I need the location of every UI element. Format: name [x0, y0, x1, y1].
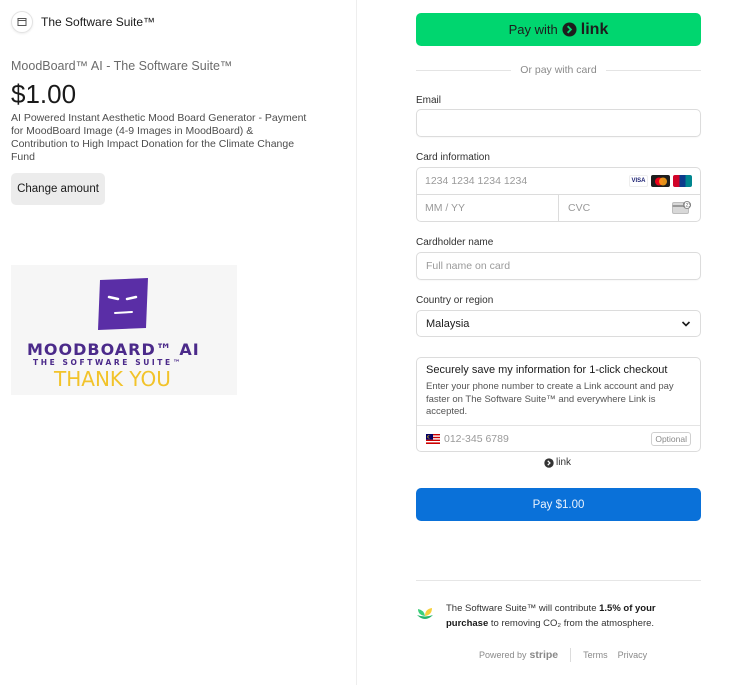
product-image: MOODBOARD™ AI THE SOFTWARE SUITE™ THANK … — [11, 265, 237, 395]
link-save-info-box: Securely save my information for 1-click… — [416, 357, 701, 452]
card-number-placeholder: 1234 1234 1234 1234 — [425, 175, 528, 187]
email-label: Email — [416, 95, 442, 106]
moodboard-face-icon — [98, 278, 148, 330]
card-cvc-placeholder: CVC — [568, 202, 591, 214]
or-divider: Or pay with card — [416, 62, 702, 78]
link-button-brand: link — [580, 20, 609, 38]
pay-with-link-button[interactable]: Pay with link — [416, 13, 701, 46]
card-cvc-field[interactable]: CVC 123 — [559, 195, 700, 221]
image-subtitle: THE SOFTWARE SUITE™ — [33, 358, 183, 367]
unionpay-icon — [673, 175, 692, 187]
privacy-link[interactable]: Privacy — [618, 650, 648, 660]
product-price: $1.00 — [11, 79, 77, 109]
malaysia-flag-icon — [426, 433, 440, 444]
payment-panel: Pay with link Or pay with card Email Car… — [357, 0, 742, 685]
card-number-field[interactable]: 1234 1234 1234 1234 VISA — [417, 168, 700, 195]
terms-link[interactable]: Terms — [583, 650, 608, 660]
visa-icon: VISA — [629, 175, 648, 187]
stripe-logo[interactable]: stripe — [530, 649, 559, 661]
order-summary-panel: The Software Suite™ MoodBoard™ AI - The … — [0, 0, 356, 685]
climate-contribution: The Software Suite™ will contribute 1.5%… — [416, 601, 701, 631]
climate-text-after: to removing CO₂ from the atmosphere. — [490, 618, 655, 629]
merchant-logo-icon — [11, 11, 33, 33]
product-name: MoodBoard™ AI - The Software Suite™ — [11, 59, 233, 73]
card-info-label: Card information — [416, 152, 490, 163]
country-label: Country or region — [416, 295, 494, 306]
link-logo-text: link — [556, 457, 572, 468]
footer: Powered by stripe Terms Privacy — [479, 648, 657, 662]
climate-text: The Software Suite™ will contribute 1.5%… — [446, 601, 686, 631]
mastercard-icon — [651, 175, 670, 187]
link-logo: link — [544, 457, 571, 468]
product-description: AI Powered Instant Aesthetic Mood Board … — [11, 112, 307, 163]
link-arrow-icon — [562, 22, 577, 37]
powered-by-text: Powered by — [479, 650, 527, 660]
climate-leaf-icon — [417, 608, 433, 619]
image-thanks: THANK YOU — [54, 367, 171, 391]
cardholder-name-field[interactable]: Full name on card — [416, 252, 701, 280]
change-amount-button[interactable]: Change amount — [11, 173, 105, 205]
card-info-group: 1234 1234 1234 1234 VISA MM / YY CVC 123 — [416, 167, 701, 222]
country-value: Malaysia — [426, 317, 470, 330]
link-arrow-icon — [544, 457, 554, 468]
card-brands: VISA — [629, 175, 692, 187]
or-pay-with-card-text: Or pay with card — [520, 64, 597, 76]
email-field[interactable] — [416, 109, 701, 137]
cardholder-label: Cardholder name — [416, 237, 494, 248]
phone-placeholder: 012-345 6789 — [444, 432, 509, 445]
optional-badge: Optional — [651, 432, 691, 446]
section-divider — [416, 580, 701, 581]
save-info-title: Securely save my information for 1-click… — [426, 364, 668, 376]
svg-text:123: 123 — [683, 203, 691, 208]
save-info-description: Enter your phone number to create a Link… — [426, 381, 674, 417]
country-select[interactable]: Malaysia — [416, 310, 701, 337]
card-expiry-field[interactable]: MM / YY — [417, 195, 559, 221]
footer-divider — [570, 648, 572, 662]
phone-number-field[interactable]: 012-345 6789 Optional — [417, 425, 700, 451]
chevron-down-icon — [681, 321, 691, 327]
merchant-header[interactable]: The Software Suite™ — [11, 11, 155, 33]
merchant-name: The Software Suite™ — [41, 15, 156, 29]
link-button-prefix: Pay with — [508, 22, 558, 37]
climate-text-before: The Software Suite™ will contribute — [446, 603, 597, 614]
pay-button[interactable]: Pay $1.00 — [416, 488, 701, 521]
image-title: MOODBOARD™ AI — [27, 340, 200, 359]
cvc-card-icon: 123 — [672, 201, 691, 214]
